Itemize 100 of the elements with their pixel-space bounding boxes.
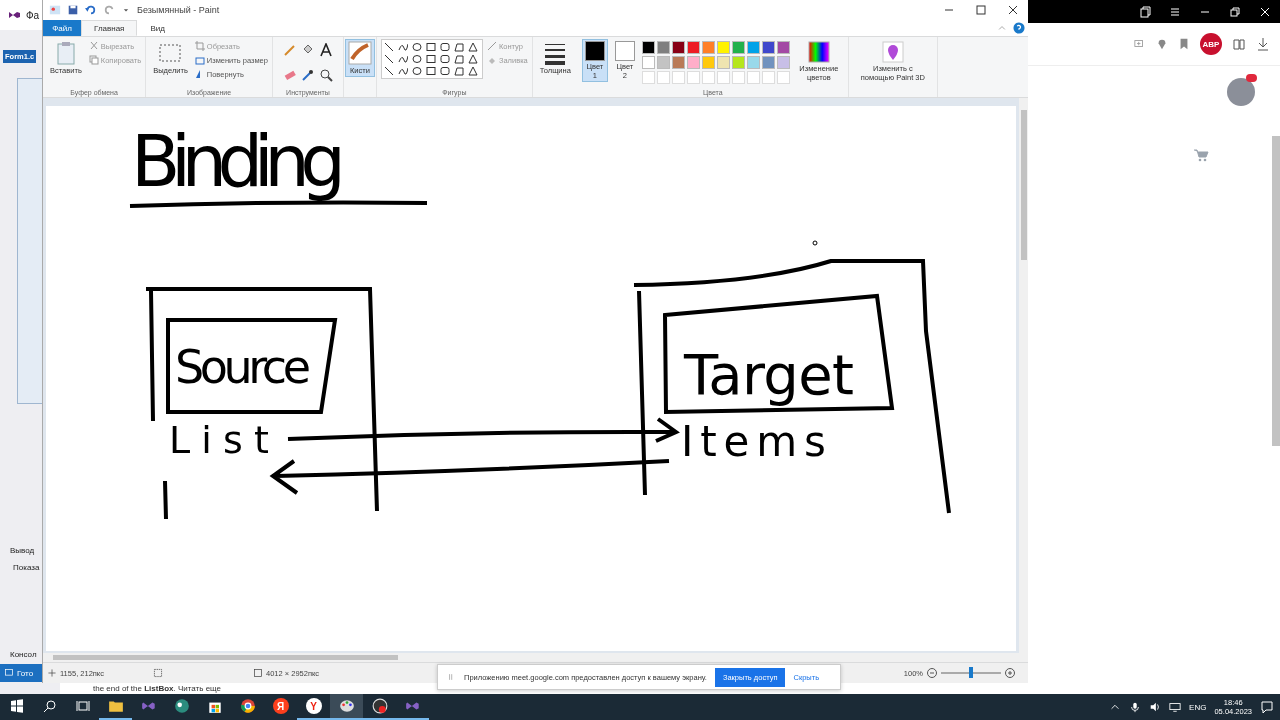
shape-icon[interactable] [383,42,394,52]
handwritten-text: Binding [131,119,346,203]
drawing-canvas[interactable]: Binding Source List Target Items [46,106,1016,651]
yandex-logo: Я [272,698,289,714]
shape-icon[interactable] [439,54,450,64]
selection-icon [153,668,163,678]
handwritten-text: Source [175,340,311,394]
line-width-icon [543,41,568,65]
zoom-slider[interactable] [969,667,973,678]
color-swatch[interactable] [641,56,655,69]
scrollbar[interactable] [1272,136,1280,446]
window-title: Фа [26,9,40,21]
color-swatch[interactable] [671,41,685,54]
ribbon-tab[interactable]: Вид [137,20,178,36]
shape-icon[interactable] [467,42,478,52]
avatar-button[interactable] [1227,78,1255,106]
close-icon [1259,5,1271,18]
color-swatch[interactable] [746,56,760,69]
record-icon [371,698,388,714]
task-view-icon [75,699,90,713]
color-swatch[interactable] [686,56,700,69]
taskbar-app[interactable]: Я [264,694,297,720]
color-swatch[interactable] [701,41,715,54]
color-swatch[interactable] [716,41,730,54]
color-swatch[interactable] [776,56,790,69]
file-menu-button[interactable]: Файл [43,20,81,36]
shape-icon[interactable] [411,66,422,76]
text-tool-icon [318,43,333,57]
redo-icon [103,4,115,16]
search-icon [42,699,57,713]
color-swatch[interactable] [671,56,685,69]
panel-tab[interactable]: Показа [13,563,40,572]
shape-icon[interactable] [383,66,394,76]
save-icon [67,4,79,16]
shape-icon[interactable] [383,54,394,64]
notification-badge [1246,74,1257,82]
shape-icon[interactable] [467,66,478,76]
color-swatch[interactable] [656,56,670,69]
color-swatch[interactable] [731,41,745,54]
handwritten-text: Items [681,417,826,466]
bookmark-icon [1178,38,1190,50]
color-swatch[interactable] [761,56,775,69]
pencil-icon [282,43,297,57]
chrome-logo-icon [239,698,256,714]
color-swatch[interactable] [746,41,760,54]
menu-icon [1169,5,1181,18]
windows-logo-icon [9,699,24,713]
shape-icon[interactable] [439,42,450,52]
color-swatch[interactable] [716,56,730,69]
minimize-icon [1200,10,1210,13]
color-swatch[interactable] [641,41,655,54]
language-indicator[interactable]: ENG [1189,702,1207,712]
shape-icon[interactable] [425,54,436,64]
color-swatch[interactable] [761,41,775,54]
shape-icon[interactable] [397,42,408,52]
close-icon [1008,5,1018,15]
shape-icon[interactable] [453,54,464,64]
zoom-out-button[interactable] [927,666,937,680]
extensions-icon [1232,37,1246,51]
vertical-scrollbar[interactable] [1019,98,1029,662]
adblock-button[interactable]: ABP [1200,33,1222,55]
shape-icon[interactable] [425,66,436,76]
horizontal-scrollbar[interactable] [43,653,1019,662]
color-gradient-icon [807,41,830,63]
resize-icon [194,55,205,65]
panel-tab[interactable]: Консол [10,650,37,659]
shape-icon[interactable] [397,66,408,76]
shape-icon[interactable] [411,54,422,64]
color-swatch[interactable] [656,41,670,54]
color-swatch[interactable] [776,41,790,54]
download-icon [1256,37,1270,51]
shape-icon[interactable] [467,54,478,64]
color-swatch[interactable] [701,56,715,69]
zoom-in-button[interactable] [1005,666,1015,680]
handwritten-text: Target [684,342,854,407]
ribbon-tab[interactable]: Главная [81,20,138,36]
collapse-icon [997,23,1007,33]
copy-icon [88,55,99,65]
paint-app-icon [49,4,61,16]
paint3d-icon [881,41,904,63]
brush-icon [347,41,372,65]
bird-icon [173,698,190,714]
shape-icon[interactable] [453,42,464,52]
shape-icon[interactable] [425,42,436,52]
collections-icon [1139,5,1151,18]
color-swatch[interactable] [731,56,745,69]
cart-icon[interactable] [1193,148,1209,162]
shape-icon[interactable] [397,54,408,64]
panel-tab[interactable]: Вывод [10,546,35,555]
microphone-icon [1129,701,1142,713]
taskbar-app[interactable] [330,694,363,720]
shape-icon[interactable] [453,66,464,76]
window-title: Безымянный - Paint [137,5,220,15]
network-icon [1169,701,1182,713]
shape-icon[interactable] [439,66,450,76]
scissors-icon [88,41,99,51]
shape-icon[interactable] [411,42,422,52]
location-pin-icon [1156,38,1168,50]
color-swatch[interactable] [686,41,700,54]
handwritten-text: List [169,418,269,462]
